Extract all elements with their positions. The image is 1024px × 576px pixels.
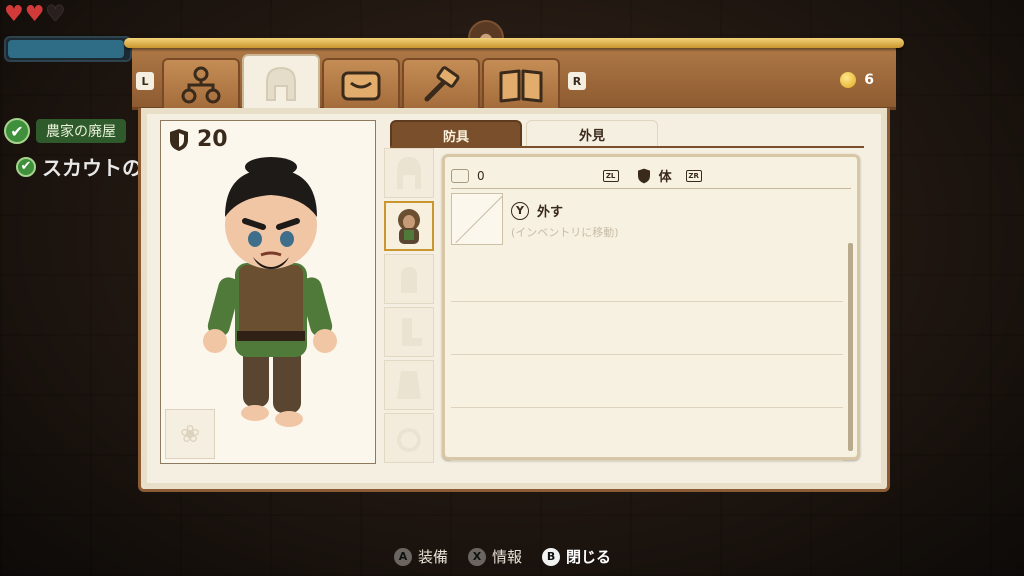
quest-item: ✔ 農家の廃屋 (4, 118, 142, 144)
category-label: 体 (658, 170, 672, 185)
coin-value: 6 (864, 72, 874, 88)
paw-icon: ❀ (179, 420, 201, 448)
list-header: 0 ZL 体 ZR (451, 163, 851, 189)
tab-armor-list[interactable]: 防具 (390, 120, 522, 148)
bag-icon (341, 71, 381, 101)
heart-empty-icon: ♥ (45, 2, 66, 27)
helmet-icon (397, 157, 421, 189)
hint-equip[interactable]: A 装備 (394, 546, 448, 567)
health-hearts: ♥ ♥ ♥ (4, 4, 65, 26)
a-button-icon: A (394, 547, 412, 566)
slot-ring[interactable] (384, 413, 434, 463)
coin-counter: 6 (840, 72, 874, 88)
stamina-bar (4, 36, 132, 62)
defense-value: 20 (197, 127, 228, 152)
hint-close[interactable]: B 閉じる (542, 546, 611, 567)
item-list: 0 ZL 体 ZR Y 外す (インベントリに移動) (442, 154, 860, 461)
slot-hands[interactable] (384, 254, 434, 304)
equipment-menu: L R 6 20 ❀ 防具 外見 0 ZL 体 ZR Y 外す (インベントリに… (124, 38, 904, 492)
item-count-icon (451, 168, 469, 183)
slot-head[interactable] (384, 148, 434, 198)
hint-label: 情報 (492, 548, 523, 566)
b-button-icon: B (542, 547, 561, 566)
defense-stat: 20 (169, 127, 228, 152)
quest-label: スカウトの (42, 156, 142, 180)
tab-crafting[interactable] (402, 58, 480, 110)
y-button-icon: Y (511, 201, 529, 220)
list-row (451, 354, 843, 407)
check-icon: ✔ (16, 156, 36, 177)
empty-rows (451, 301, 843, 513)
list-row (451, 301, 843, 354)
button-hints: A 装備 X 情報 B 閉じる (394, 546, 611, 567)
equipment-slots (384, 148, 436, 466)
scrollbar[interactable] (848, 243, 853, 451)
panel-gold-rail (124, 38, 904, 48)
item-info: Y 外す (インベントリに移動) (511, 193, 619, 247)
tab-armor[interactable] (242, 54, 320, 112)
map-book-icon (499, 69, 543, 103)
quest-item: ✔ スカウトの (4, 152, 142, 181)
slot-feet[interactable] (384, 307, 434, 357)
hint-label: 閉じる (566, 548, 612, 566)
heart-icon: ♥ (24, 2, 45, 27)
zr-button-icon[interactable]: ZR (685, 169, 702, 182)
hint-label: 装備 (418, 548, 449, 566)
helmet-icon (266, 66, 296, 101)
r-button-icon[interactable]: R (568, 72, 586, 90)
unequip-label: 外す (537, 205, 564, 220)
boot-icon (402, 318, 422, 346)
tab-skills[interactable] (162, 58, 240, 110)
list-row (451, 460, 843, 513)
check-icon: ✔ (4, 118, 30, 144)
tab-map[interactable] (482, 58, 560, 110)
list-item[interactable]: Y 外す (インベントリに移動) (451, 193, 843, 247)
slot-back[interactable] (384, 360, 434, 410)
unequip-subtext: (インベントリに移動) (511, 226, 619, 239)
character-preview: 20 ❀ (160, 120, 376, 464)
empty-item-icon (451, 193, 503, 245)
list-row (451, 407, 843, 460)
slot-body[interactable] (384, 201, 434, 251)
body-armor-icon (398, 209, 420, 244)
cape-icon (397, 371, 421, 399)
unequip-action[interactable]: Y 外す (511, 201, 619, 220)
stamina-fill (8, 40, 125, 58)
skills-tree-icon (181, 66, 221, 104)
menu-tab-bar: L R 6 (132, 44, 896, 112)
x-button-icon: X (468, 547, 487, 566)
shield-icon (170, 128, 188, 151)
glove-icon (401, 267, 417, 293)
item-count: 0 (477, 168, 485, 183)
heart-icon: ♥ (4, 2, 24, 27)
pet-slot[interactable]: ❀ (165, 409, 215, 459)
tab-divider (390, 146, 864, 148)
quest-label: 農家の廃屋 (36, 119, 126, 143)
ring-icon (397, 428, 421, 452)
coin-icon (840, 72, 857, 88)
tab-appearance[interactable]: 外見 (526, 120, 658, 148)
hint-info[interactable]: X 情報 (468, 546, 522, 567)
quest-tracker: ✔ 農家の廃屋 ✔ スカウトの (4, 118, 142, 189)
zl-button-icon[interactable]: ZL (602, 169, 619, 182)
crafting-hammer-icon (424, 66, 460, 102)
l-button-icon[interactable]: L (136, 72, 154, 90)
character-model (203, 157, 337, 427)
tab-bag[interactable] (322, 58, 400, 110)
shield-icon (637, 168, 650, 183)
